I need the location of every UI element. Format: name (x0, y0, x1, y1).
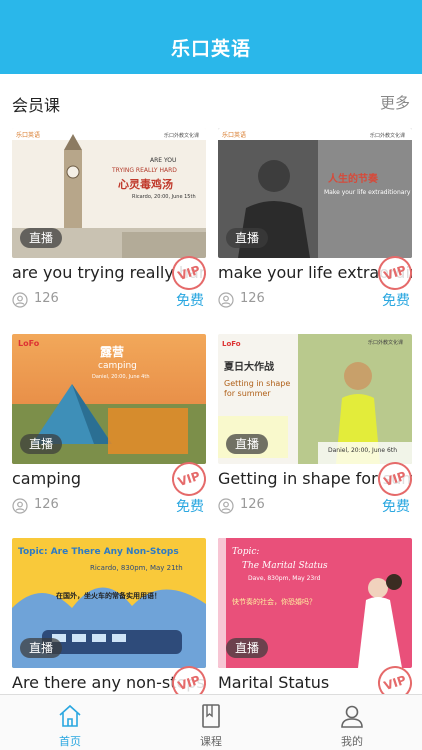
live-badge: 直播 (20, 638, 63, 658)
course-thumbnail[interactable]: 乐口英语 乐口外教文化课 ARE YOU TRYING REALLY HARD … (12, 128, 206, 258)
course-meta: 126 免费 (12, 290, 206, 310)
poster-line2: camping (98, 361, 137, 371)
price-label: 免费 (176, 499, 204, 515)
course-thumbnail[interactable]: Topic: The Marital Status Dave, 830pm, M… (218, 538, 412, 668)
view-count: 126 (240, 291, 265, 306)
course-thumbnail[interactable]: 乐口英语 乐口外教文化课 人生的节奏 Make your life extrad… (218, 128, 412, 258)
live-badge: 直播 (20, 434, 63, 454)
poster-tag: 乐口外教文化课 (164, 132, 199, 139)
more-link[interactable]: 更多 (380, 92, 410, 113)
tab-label: 我的 (341, 735, 363, 748)
vip-stamp: VIP (373, 457, 417, 501)
user-icon (12, 498, 28, 514)
poster-brand: LoFo (18, 339, 40, 348)
course-meta: 126 免费 (218, 290, 412, 310)
app-header: 乐口英语 (0, 0, 422, 74)
user-icon (218, 292, 234, 308)
poster-line4: Ricardo, 20:00, June 15th (132, 194, 196, 200)
poster-line3: Dave, 830pm, May 23rd (248, 575, 321, 582)
poster-line1: ARE YOU (150, 157, 176, 164)
tab-label: 课程 (200, 735, 222, 748)
poster-tag: 乐口外教文化课 (368, 339, 403, 346)
poster-line3: 在国外，坐火车的常备实用用语！ (56, 591, 161, 600)
poster-brand: LoFo (222, 340, 241, 348)
home-icon (59, 704, 81, 727)
course-meta: 126 免费 (12, 496, 206, 516)
poster-line4: Daniel, 20:00, June 6th (328, 447, 397, 454)
poster-line2: Make your life extraditionary (324, 189, 411, 196)
view-count: 126 (34, 497, 59, 512)
view-count: 126 (34, 291, 59, 306)
section-title: 会员课 (12, 96, 61, 115)
course-thumbnail[interactable]: LoFo 乐口外教文化课 夏日大作战 Getting in shape for … (218, 334, 412, 464)
tab-home[interactable]: 首页 (0, 695, 140, 750)
tab-label: 首页 (59, 735, 81, 748)
vip-stamp: VIP (373, 251, 417, 295)
app-title: 乐口英语 (170, 38, 251, 60)
live-badge: 直播 (226, 228, 269, 248)
user-icon (218, 498, 234, 514)
poster-tag: 乐口外教文化课 (370, 132, 405, 139)
book-icon (202, 704, 220, 728)
poster-line2: The Marital Status (242, 561, 328, 571)
price-label: 免费 (176, 293, 204, 309)
price-label: 免费 (382, 293, 410, 309)
vip-stamp: VIP (167, 457, 211, 501)
poster-line3: 心灵毒鸡汤 (118, 177, 173, 191)
course-thumbnail[interactable]: LoFo 露营 camping Daniel, 20:00, June 4th … (12, 334, 206, 464)
poster-line2: Getting in shape (224, 379, 290, 388)
poster-line1: 露营 (100, 344, 124, 359)
live-badge: 直播 (226, 638, 269, 658)
poster-line1: Topic: Are There Any Non-Stops (18, 547, 179, 557)
course-card[interactable]: 乐口英语 乐口外教文化课 ARE YOU TRYING REALLY HARD … (12, 128, 211, 314)
poster-line3: Daniel, 20:00, June 4th (92, 374, 150, 380)
poster-line2: TRYING REALLY HARD (111, 167, 177, 174)
live-badge: 直播 (226, 434, 269, 454)
course-card[interactable]: 乐口英语 乐口外教文化课 人生的节奏 Make your life extrad… (218, 128, 417, 314)
course-card[interactable]: Topic: Are There Any Non-Stops Ricardo, … (12, 538, 211, 705)
course-meta: 126 免费 (218, 496, 412, 516)
bottom-tab-bar: 首页 课程 我的 (0, 694, 422, 750)
vip-stamp: VIP (167, 251, 211, 295)
poster-line1: 夏日大作战 (223, 360, 274, 373)
price-label: 免费 (382, 499, 410, 515)
tab-courses[interactable]: 课程 (141, 695, 281, 750)
poster-brand: 乐口英语 (16, 131, 40, 139)
poster-line1: Topic: (232, 547, 259, 557)
profile-icon (341, 705, 363, 728)
view-count: 126 (240, 497, 265, 512)
course-card[interactable]: LoFo 露营 camping Daniel, 20:00, June 4th … (12, 334, 211, 520)
tab-profile[interactable]: 我的 (282, 695, 422, 750)
poster-line4: 快节奏的社会，你恐婚吗？ (232, 597, 316, 606)
section-header: 会员课 更多 (0, 84, 422, 120)
live-badge: 直播 (20, 228, 63, 248)
poster-line3: for summer (224, 389, 271, 398)
poster-line1: 人生的节奏 (328, 172, 379, 185)
poster-brand: 乐口英语 (222, 131, 246, 139)
poster-line2: Ricardo, 830pm, May 21th (90, 564, 183, 572)
user-icon (12, 292, 28, 308)
course-thumbnail[interactable]: Topic: Are There Any Non-Stops Ricardo, … (12, 538, 206, 668)
course-card[interactable]: Topic: The Marital Status Dave, 830pm, M… (218, 538, 417, 705)
course-card[interactable]: LoFo 乐口外教文化课 夏日大作战 Getting in shape for … (218, 334, 417, 520)
